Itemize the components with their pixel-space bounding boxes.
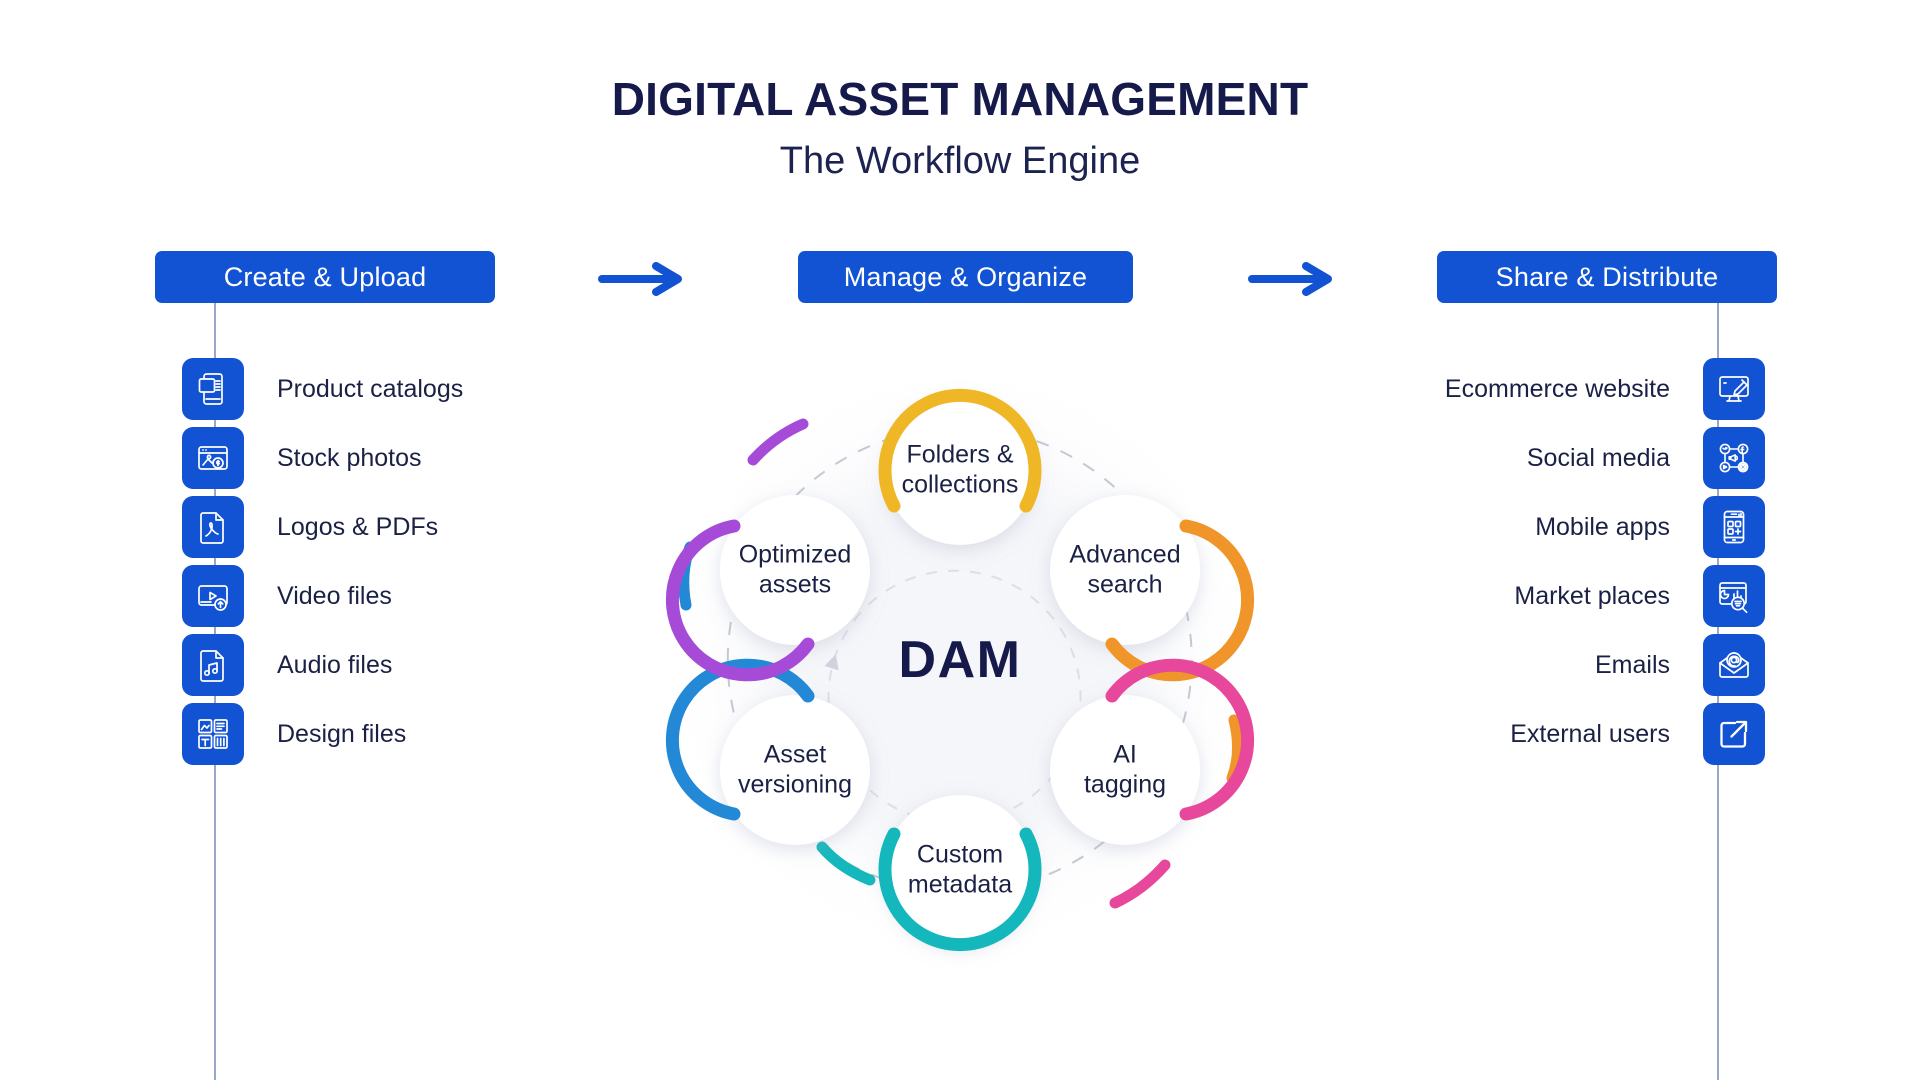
page-title: DIGITAL ASSET MANAGEMENT (611, 73, 1309, 125)
pdf-file-icon (182, 496, 244, 558)
stage-badge-share-distribute[interactable]: Share & Distribute (1437, 251, 1777, 303)
stage-badge-manage-organize[interactable]: Manage & Organize (798, 251, 1133, 303)
right-item-label: Emails (1594, 650, 1670, 679)
right-item-ecommerce-website[interactable]: Ecommerce website (1445, 358, 1765, 420)
right-item-social-media[interactable]: Social media (1527, 427, 1765, 489)
right-item-external-users[interactable]: External users (1510, 703, 1765, 765)
right-item-emails[interactable]: Emails (1595, 634, 1765, 696)
stock-photo-icon (182, 427, 244, 489)
external-link-icon (1703, 703, 1765, 765)
page-subtitle: The Workflow Engine (779, 140, 1141, 182)
left-item-label: Stock photos (277, 443, 422, 472)
social-network-icon (1703, 427, 1765, 489)
dam-cycle-wheel: Folders & collections Advanced search AI… (620, 320, 1300, 1000)
dam-center-label: DAM (898, 631, 1022, 689)
left-item-stock-photos[interactable]: Stock photos (182, 427, 422, 489)
design-file-icon (182, 703, 244, 765)
stage-badge-create-upload[interactable]: Create & Upload (155, 251, 495, 303)
left-item-label: Video files (277, 581, 392, 610)
left-item-logos-pdfs[interactable]: Logos & PDFs (182, 496, 438, 558)
left-item-audio-files[interactable]: Audio files (182, 634, 392, 696)
left-item-label: Design files (277, 719, 407, 748)
infographic-canvas: DIGITAL ASSET MANAGEMENT The Workflow En… (0, 0, 1920, 1080)
right-item-market-places[interactable]: Market places (1514, 565, 1765, 627)
arrow-manage-to-share-icon (1248, 262, 1338, 301)
right-item-label: Mobile apps (1535, 512, 1670, 541)
video-upload-icon (182, 565, 244, 627)
left-item-product-catalogs[interactable]: Product catalogs (182, 358, 463, 420)
arrow-create-to-manage-icon (598, 262, 688, 301)
left-item-video-files[interactable]: Video files (182, 565, 392, 627)
analytics-search-icon (1703, 565, 1765, 627)
email-at-icon (1703, 634, 1765, 696)
wheel-node-folders-collections (878, 388, 1042, 545)
right-item-label: Ecommerce website (1444, 374, 1670, 403)
product-catalog-icon (182, 358, 244, 420)
right-item-label: Market places (1514, 581, 1670, 610)
monitor-brush-icon (1703, 358, 1765, 420)
left-item-label: Logos & PDFs (277, 512, 439, 541)
mobile-phone-icon (1703, 496, 1765, 558)
right-item-label: Social media (1526, 443, 1670, 472)
right-item-mobile-apps[interactable]: Mobile apps (1535, 496, 1765, 558)
wheel-node-custom-metadata (878, 795, 1042, 952)
left-item-design-files[interactable]: Design files (182, 703, 406, 765)
audio-file-icon (182, 634, 244, 696)
right-item-label: External users (1510, 719, 1670, 748)
left-item-label: Audio files (277, 650, 393, 679)
left-item-label: Product catalogs (277, 374, 464, 403)
